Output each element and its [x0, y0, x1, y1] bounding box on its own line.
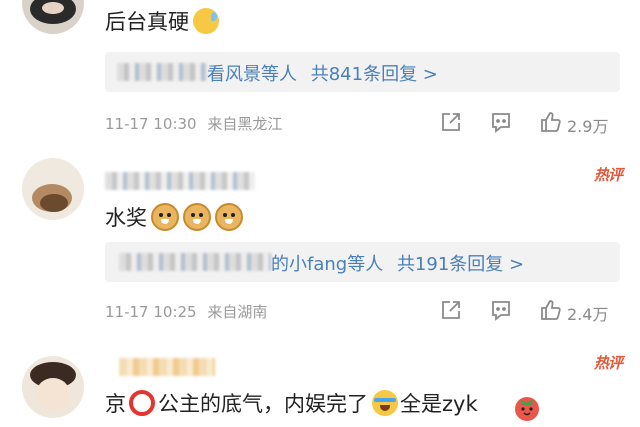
reply-summary-line[interactable]: 看风景等人 共841条回复 >: [207, 60, 438, 86]
dog-emoji-icon: [151, 203, 179, 231]
comment-text-part: 京: [105, 392, 126, 416]
comment-text: 后台真硬: [105, 6, 219, 36]
red-circle-icon: [129, 390, 155, 416]
reply-count: 共841条回复 >: [310, 64, 438, 85]
like-count: 2.4万: [567, 305, 609, 324]
comment-3: 热评 京 公主的底气，内娱完了 全是zyk: [0, 348, 640, 427]
crying-emoji-icon: [372, 390, 398, 416]
reply-summary-line[interactable]: 的小fang等人 共191条回复 >: [271, 250, 524, 276]
reply-count: 共191条回复 >: [396, 254, 525, 275]
hot-comment-badge: 热评: [593, 354, 623, 372]
reply-summary[interactable]: 看风景等人 共841条回复 >: [105, 52, 620, 92]
comment-meta: 11-17 10:25 来自湖南: [105, 301, 267, 322]
like-icon[interactable]: [539, 298, 563, 322]
like-count: 2.9万: [567, 117, 609, 136]
comment-icon[interactable]: [489, 298, 513, 322]
blurred-username: [105, 172, 255, 190]
comment-2: 热评 水奖 的小fang等人 共191条回复 > 11-17 10:25 来自湖…: [0, 150, 640, 348]
avatar[interactable]: [22, 0, 84, 34]
dog-emoji-icon: [215, 203, 243, 231]
comment-icon[interactable]: [489, 110, 513, 134]
like-icon[interactable]: [539, 110, 563, 134]
comment-text: 水奖: [105, 202, 243, 232]
comment-meta: 11-17 10:30 来自黑龙江: [105, 113, 282, 134]
comment-date: 11-17 10:30: [105, 115, 197, 133]
share-icon[interactable]: [439, 298, 463, 322]
strawberry-sticker-icon: [515, 397, 539, 421]
comment-1: 后台真硬 看风景等人 共841条回复 > 11-17 10:30 来自黑龙江 2…: [0, 0, 640, 150]
blurred-username: [119, 358, 215, 376]
reply-names: 看风景等人: [207, 64, 297, 85]
comment-text-part: 公主的底气，内娱完了: [158, 392, 368, 416]
comment-text-content: 水奖: [105, 206, 147, 230]
comment-location: 来自湖南: [207, 303, 268, 321]
comment-footer: 11-17 10:25 来自湖南 2.4万: [105, 298, 640, 324]
blurred-usernames: [119, 253, 271, 271]
comment-text: 京 公主的底气，内娱完了 全是zyk: [105, 388, 478, 418]
comment-date: 11-17 10:25: [105, 303, 197, 321]
blurred-usernames: [117, 63, 207, 81]
sweat-emoji-icon: [193, 8, 219, 34]
comment-location: 来自黑龙江: [207, 115, 283, 133]
hot-comment-badge: 热评: [593, 166, 623, 184]
share-icon[interactable]: [439, 110, 463, 134]
comment-footer: 11-17 10:30 来自黑龙江 2.9万: [105, 110, 640, 136]
avatar[interactable]: [22, 158, 84, 220]
avatar[interactable]: [22, 356, 84, 418]
reply-names: 的小fang等人: [271, 254, 384, 275]
comment-text-part: 全是zyk: [400, 392, 478, 416]
comment-text-content: 后台真硬: [105, 10, 189, 34]
reply-summary[interactable]: 的小fang等人 共191条回复 >: [105, 242, 620, 282]
dog-emoji-icon: [183, 203, 211, 231]
